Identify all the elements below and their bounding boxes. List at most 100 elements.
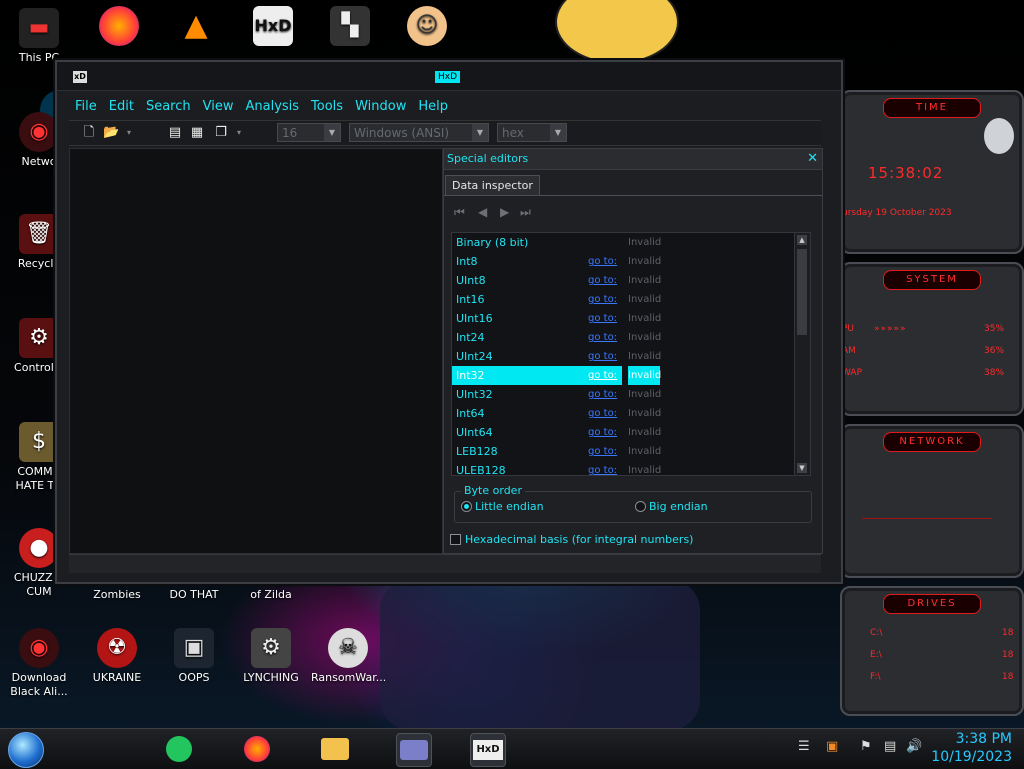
tab-data-inspector[interactable]: Data inspector (445, 175, 540, 196)
volume-icon[interactable]: 🔊 (906, 739, 922, 754)
desktop-icon-download-black-ali[interactable]: ◉ Download Black Ali... (2, 628, 76, 699)
list-item[interactable]: UInt24 go to: Invalid (452, 347, 792, 366)
menu-search[interactable]: Search (140, 96, 197, 118)
list-item[interactable]: Int24 go to: Invalid (452, 328, 792, 347)
list-scrollbar[interactable]: ▲ ▼ (794, 233, 810, 475)
scroll-up-icon[interactable]: ▲ (797, 235, 807, 245)
hxd-icon: HxD (473, 740, 503, 760)
desktop-icon-lynching[interactable]: ⚙ LYNCHING (234, 628, 308, 685)
desktop-icon-oops[interactable]: ▣ OOPS (157, 628, 231, 685)
charset-select[interactable]: Windows (ANSI) ▼ (349, 123, 489, 142)
save-icon[interactable]: ▤ (167, 125, 183, 141)
widget-date-value: ursday 19 October 2023 (842, 208, 952, 218)
go-to-link[interactable]: go to: (588, 252, 617, 271)
desktop-icon-ransomware[interactable]: ☠ RansomWar... (311, 628, 385, 685)
network-tray-icon[interactable]: ▤ (884, 739, 896, 754)
little-endian-radio[interactable]: Little endian (461, 500, 544, 513)
scroll-down-icon[interactable]: ▼ (797, 463, 807, 473)
desktop-icon-firefox[interactable] (82, 6, 156, 49)
chevron-down-icon[interactable]: ▼ (550, 124, 566, 141)
taskbar-hxd[interactable]: HxD (470, 733, 506, 767)
go-to-link[interactable]: go to: (588, 347, 617, 366)
office-tray-icon[interactable]: ▣ (826, 739, 838, 754)
taskbar-control-app[interactable] (396, 733, 432, 767)
lynching-icon: ⚙ (251, 628, 291, 668)
desktop-icon-maze[interactable]: ▚ (313, 6, 387, 49)
cpu-value: 35% (984, 324, 1005, 334)
next-icon[interactable]: ▶ (500, 205, 509, 219)
list-item-selected[interactable]: Int32 go to: Invalid (452, 366, 792, 385)
list-item[interactable]: UInt32 go to: Invalid (452, 385, 792, 404)
desktop-icon-this-pc[interactable]: ▬ This PC (2, 8, 76, 65)
list-item[interactable]: Int16 go to: Invalid (452, 290, 792, 309)
window-title: HxD (435, 71, 461, 83)
radio-checked-icon (461, 501, 472, 512)
go-to-link[interactable]: go to: (588, 309, 617, 328)
chevron-down-icon[interactable]: ▼ (324, 124, 340, 141)
list-item[interactable]: UInt16 go to: Invalid (452, 309, 792, 328)
system-widget: SYSTEM PU »»»»» 35% AM 36% WAP 38% (840, 262, 1024, 416)
first-icon[interactable]: ⏮ (454, 205, 465, 220)
taskbar-notes-app[interactable] (162, 733, 196, 765)
skull-icon: ☠ (328, 628, 368, 668)
save-all-icon[interactable]: ▦ (189, 125, 205, 141)
toolbar: 🗋 📂 ▾ ▤ ▦ ❐ ▾ 16 ▼ Windows (ANSI) ▼ hex … (69, 120, 821, 146)
menu-analysis[interactable]: Analysis (239, 96, 305, 118)
list-item[interactable]: LEB128 go to: Invalid (452, 442, 792, 461)
data-inspector-list[interactable]: Binary (8 bit) Invalid Int8 go to: Inval… (451, 232, 811, 476)
more-dropdown-icon[interactable]: ▾ (231, 125, 247, 141)
list-item[interactable]: Int64 go to: Invalid (452, 404, 792, 423)
desktop-icon-ukraine[interactable]: ☢ UKRAINE (80, 628, 154, 685)
start-button[interactable] (8, 732, 44, 768)
menu-file[interactable]: File (69, 96, 103, 118)
list-item[interactable]: ULEB128 go to: Invalid (452, 461, 792, 475)
new-file-icon[interactable]: 🗋 (81, 125, 97, 141)
menu-window[interactable]: Window (349, 96, 412, 118)
previous-icon[interactable]: ◀ (478, 205, 487, 219)
radiation-icon: ☢ (97, 628, 137, 668)
taskbar-file-explorer[interactable] (318, 733, 352, 765)
go-to-link[interactable]: go to: (588, 442, 617, 461)
menu-edit[interactable]: Edit (103, 96, 140, 118)
go-to-link[interactable]: go to: (588, 461, 617, 475)
bytes-per-row-select[interactable]: 16 ▼ (277, 123, 341, 142)
desktop-icon-vlc[interactable]: ▲ (159, 6, 233, 49)
menu-tools[interactable]: Tools (305, 96, 349, 118)
money-bag-icon: $ (19, 422, 59, 462)
title-bar[interactable]: xD HxD (57, 62, 841, 91)
list-item[interactable]: UInt8 go to: Invalid (452, 271, 792, 290)
open-dropdown-icon[interactable]: ▾ (121, 125, 137, 141)
desktop-icon-doctor[interactable]: ☺ (390, 6, 464, 49)
hxd-app-icon[interactable]: xD (73, 71, 87, 83)
hex-editor-area[interactable] (69, 148, 443, 554)
chevron-down-icon[interactable]: ▼ (472, 124, 488, 141)
hex-basis-checkbox[interactable]: Hexadecimal basis (for integral numbers) (450, 533, 693, 546)
list-item[interactable]: Int8 go to: Invalid (452, 252, 792, 271)
menu-view[interactable]: View (197, 96, 240, 118)
taskbar-clock[interactable]: 3:38 PM 10/19/2023 (931, 730, 1012, 766)
last-icon[interactable]: ⏭ (520, 205, 531, 220)
go-to-link[interactable]: go to: (588, 271, 617, 290)
scrollbar-thumb[interactable] (797, 249, 807, 335)
desktop-toggle-icon[interactable]: ☰ (798, 739, 810, 754)
menu-bar: File Edit Search View Analysis Tools Win… (69, 96, 821, 118)
open-folder-icon[interactable]: 📂 (103, 125, 119, 141)
desktop-icon-hxd[interactable]: HxD (236, 6, 310, 49)
drives-widget-title: DRIVES (883, 594, 981, 614)
list-item[interactable]: UInt64 go to: Invalid (452, 423, 792, 442)
go-to-link[interactable]: go to: (588, 385, 617, 404)
go-to-link[interactable]: go to: (588, 290, 617, 309)
go-to-link[interactable]: go to: (588, 328, 617, 347)
go-to-link[interactable]: go to: (588, 366, 617, 385)
big-endian-radio[interactable]: Big endian (635, 500, 708, 513)
widget-time-value: 15:38:02 (868, 164, 944, 182)
action-flag-icon[interactable]: ⚑ (860, 739, 872, 754)
copy-icon[interactable]: ❐ (213, 125, 229, 141)
taskbar-firefox[interactable] (240, 733, 274, 765)
close-icon[interactable]: ✕ (807, 149, 818, 169)
go-to-link[interactable]: go to: (588, 423, 617, 442)
offset-base-select[interactable]: hex ▼ (497, 123, 567, 142)
menu-help[interactable]: Help (412, 96, 454, 118)
go-to-link[interactable]: go to: (588, 404, 617, 423)
list-item[interactable]: Binary (8 bit) Invalid (452, 233, 792, 252)
